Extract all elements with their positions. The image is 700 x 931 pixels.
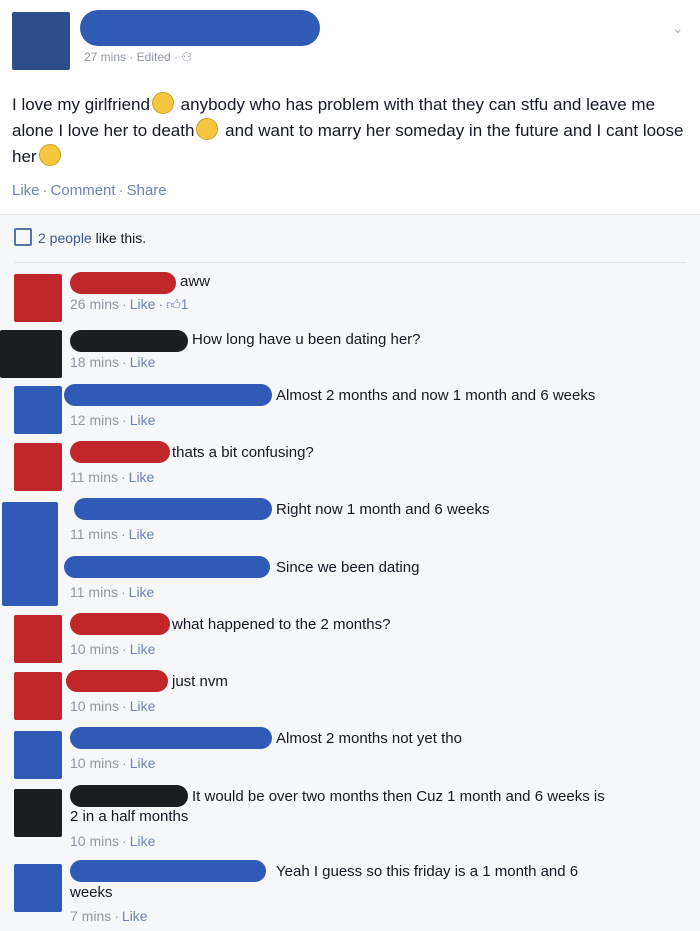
comment-text: Right now 1 month and 6 weeks <box>276 501 490 518</box>
post-meta: 27 mins · Edited · ⚇ <box>84 50 193 64</box>
comment-text: thats a bit confusing? <box>172 444 314 461</box>
avatar[interactable] <box>2 558 58 606</box>
redacted-name <box>66 670 168 692</box>
comment-like-link[interactable]: Like <box>130 296 156 312</box>
redacted-name <box>70 860 266 882</box>
comment-meta: 10 mins · Like <box>70 833 156 849</box>
comment-like-link[interactable]: Like <box>130 698 156 714</box>
comment-like-link[interactable]: Like <box>130 641 156 657</box>
comment-text: Since we been dating <box>276 559 420 576</box>
avatar[interactable] <box>12 12 70 70</box>
likes-summary: 2 people like this. <box>14 228 146 246</box>
comment-text: How long have u been dating her? <box>192 331 421 348</box>
smile-emoji-icon <box>151 92 174 114</box>
comment-like-link[interactable]: Like <box>129 584 155 600</box>
smile-emoji-icon <box>196 118 219 140</box>
avatar[interactable] <box>2 502 58 562</box>
redacted-name <box>70 272 176 294</box>
avatar[interactable] <box>14 672 62 720</box>
audience-icon: ⚇ <box>181 50 193 64</box>
avatar[interactable] <box>14 443 62 491</box>
avatar[interactable] <box>14 864 62 912</box>
post-text: I love my girlfriend anybody who has pro… <box>12 92 688 170</box>
thumbs-up-icon: 👍︎ <box>166 296 181 312</box>
comment-like-link[interactable]: Like <box>130 755 156 771</box>
comment-meta: 7 mins · Like <box>70 908 148 924</box>
avatar[interactable] <box>0 330 62 378</box>
comment-meta: 12 mins · Like <box>70 412 156 428</box>
like-link[interactable]: Like <box>12 182 40 199</box>
avatar[interactable] <box>14 386 62 434</box>
avatar[interactable] <box>14 274 62 322</box>
redacted-name <box>70 441 170 463</box>
comment-text: Almost 2 months and now 1 month and 6 we… <box>276 387 596 404</box>
share-link[interactable]: Share <box>127 182 167 199</box>
redacted-name <box>70 330 188 352</box>
redacted-name <box>70 613 170 635</box>
comment-meta: 10 mins · Like <box>70 755 156 771</box>
comment-like-link[interactable]: Like <box>130 833 156 849</box>
comment-text: Yeah I guess so this friday is a 1 month… <box>276 863 579 880</box>
divider <box>14 262 686 263</box>
comment-meta: 11 mins · Like <box>70 526 155 542</box>
comment-link[interactable]: Comment <box>51 182 116 199</box>
redacted-name <box>64 556 270 578</box>
comment-like-link[interactable]: Like <box>129 526 155 542</box>
comment-text: just nvm <box>172 673 228 690</box>
redacted-name <box>80 10 320 46</box>
comment-text: It would be over two months then Cuz 1 m… <box>192 788 605 805</box>
avatar[interactable] <box>14 615 62 663</box>
sad-emoji-icon <box>38 144 61 166</box>
comment-meta: 11 mins · Like <box>70 469 155 485</box>
avatar[interactable] <box>14 789 62 837</box>
comment-meta: 26 mins · Like · 👍︎1 <box>70 296 189 312</box>
post-header: 27 mins · Edited · ⚇ ⌄ <box>0 0 700 80</box>
comment-text: aww <box>180 273 211 290</box>
redacted-name <box>64 384 272 406</box>
redacted-name <box>70 727 272 749</box>
comment-text: what happened to the 2 months? <box>172 616 391 633</box>
comment-text-continued: 2 in a half months <box>70 808 189 825</box>
comment-meta: 10 mins · Like <box>70 641 156 657</box>
comment-like-link[interactable]: Like <box>129 469 155 485</box>
comment-like-link[interactable]: Like <box>130 354 156 370</box>
comment-like-link[interactable]: Like <box>130 412 156 428</box>
post-actions: Like · Comment · Share <box>12 182 167 199</box>
comment-text-continued: weeks <box>70 884 113 901</box>
comment-like-link[interactable]: Like <box>122 908 148 924</box>
comment-text: Almost 2 months not yet tho <box>276 730 462 747</box>
comment-meta: 18 mins · Like <box>70 354 156 370</box>
likers-link[interactable]: 2 people <box>38 230 92 246</box>
comment-meta: 10 mins · Like <box>70 698 156 714</box>
redacted-name <box>74 498 272 520</box>
thumbs-up-icon <box>14 228 32 246</box>
redacted-name <box>70 785 188 807</box>
comment-meta: 11 mins · Like <box>70 584 155 600</box>
avatar[interactable] <box>14 731 62 779</box>
chevron-down-icon[interactable]: ⌄ <box>672 20 684 36</box>
